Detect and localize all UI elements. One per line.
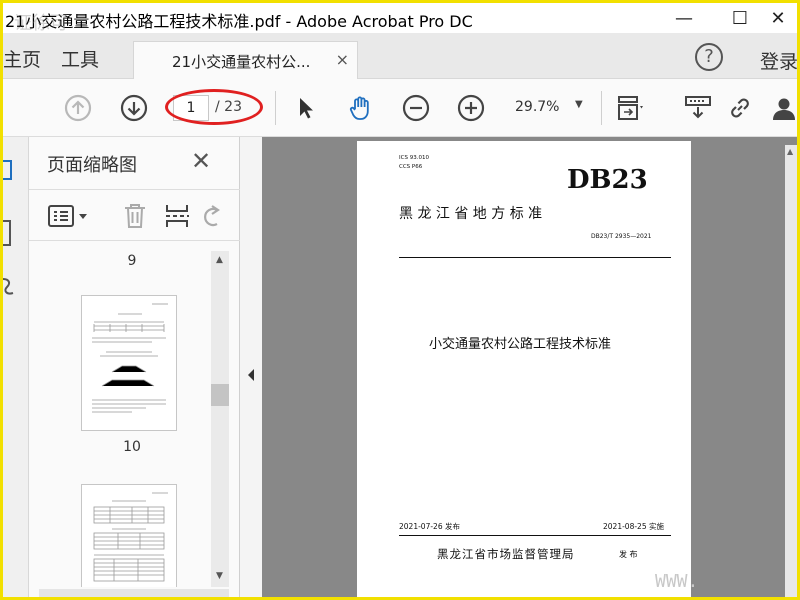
scroll-up-icon[interactable]: ▲ (216, 255, 223, 265)
pdf-page: ICS 93.010 CCS P66 DB23 黑 龙 江 省 地 方 标 准 … (357, 141, 691, 597)
select-cursor-icon[interactable] (291, 93, 321, 123)
tab-bar: 主页 工具 21小交通量农村公... × ? 登录 (3, 33, 798, 79)
thumbnail-page-11[interactable] (81, 484, 177, 587)
window-title: 21小交通量农村公路工程技术标准.pdf - Adobe Acrobat Pro… (5, 12, 473, 31)
bookmark-panel-icon[interactable] (3, 219, 13, 251)
thumbnail-page-10[interactable] (81, 295, 177, 431)
previous-page-icon[interactable] (63, 93, 93, 123)
divider-line (399, 535, 671, 536)
trash-icon[interactable] (121, 202, 149, 234)
document-view: ICS 93.010 CCS P66 DB23 黑 龙 江 省 地 方 标 准 … (262, 137, 797, 597)
tab-home[interactable]: 主页 (3, 45, 41, 72)
scroll-up-icon[interactable]: ▲ (787, 147, 793, 156)
zoom-in-icon[interactable] (456, 93, 486, 123)
thumbnail-panel: 页面缩略图 ✕ 9 10 ▲ ▼ (29, 137, 240, 597)
province-standard-label: 黑 龙 江 省 地 方 标 准 (399, 206, 543, 222)
zoom-level[interactable]: 29.7% (515, 99, 559, 115)
document-scrollbar[interactable]: ▲ (785, 145, 797, 597)
issuer-suffix: 发 布 (619, 550, 638, 559)
panel-toolbar (29, 189, 240, 241)
ics-code: ICS 93.010 (399, 155, 429, 161)
hand-tool-icon[interactable] (346, 93, 376, 123)
left-tool-strip (2, 137, 29, 597)
tab-document[interactable]: 21小交通量农村公... × (133, 41, 358, 79)
document-tab-label: 21小交通量农村公... (172, 53, 311, 71)
rotate-icon[interactable] (201, 202, 225, 234)
panel-title: 页面缩略图 (47, 155, 137, 176)
title-bar: 21小交通量农村公路工程技术标准.pdf - Adobe Acrobat Pro… (3, 3, 797, 33)
thumbnail-page-number: 10 (123, 439, 141, 455)
standard-number: DB23/T 2935—2021 (591, 233, 652, 240)
issue-date: 2021-07-26 发布 (399, 522, 460, 531)
read-mode-icon[interactable] (683, 93, 713, 123)
thumbnail-scrollbar[interactable]: ▲ ▼ (211, 251, 229, 587)
zoom-dropdown-icon[interactable]: ▼ (575, 99, 583, 110)
thumbnail-panel-icon[interactable] (3, 159, 13, 185)
implementation-date: 2021-08-25 实施 (603, 522, 664, 531)
close-window-button[interactable]: ✕ (755, 3, 800, 33)
thumbnail-list: 9 10 (47, 249, 217, 587)
attachment-panel-icon[interactable] (2, 275, 15, 301)
ccs-code: CCS P66 (399, 164, 423, 170)
close-tab-icon[interactable]: × (336, 50, 349, 69)
close-panel-icon[interactable]: ✕ (191, 147, 211, 175)
signin-button[interactable]: 登录 (760, 47, 798, 74)
toolbar-divider (601, 91, 602, 125)
standard-code: DB23 (567, 165, 648, 195)
thumbnail-options-icon[interactable] (47, 204, 91, 232)
document-title: 小交通量农村公路工程技术标准 (429, 337, 612, 352)
red-annotation-ellipse (165, 89, 263, 125)
collapse-arrow-icon[interactable] (246, 367, 256, 386)
main-toolbar: 1 / 23 29.7% ▼ (3, 79, 797, 137)
scrollbar-thumb[interactable] (211, 384, 229, 406)
help-button[interactable]: ? (695, 43, 723, 71)
issuing-authority: 黑龙江省市场监督管理局 (437, 547, 575, 561)
user-icon[interactable] (769, 93, 799, 123)
horizontal-scrollbar[interactable] (39, 589, 229, 597)
tab-tools[interactable]: 工具 (61, 45, 99, 72)
minimize-button[interactable]: — (661, 3, 707, 33)
panel-splitter[interactable] (240, 137, 262, 597)
watermark-top-left: 证徐可 (14, 13, 68, 34)
share-link-icon[interactable] (725, 93, 755, 123)
divider-line (399, 257, 671, 258)
page-fit-icon[interactable] (615, 93, 645, 123)
split-page-icon[interactable] (163, 202, 191, 234)
scroll-down-icon[interactable]: ▼ (216, 571, 223, 581)
watermark-bottom-right: WWW. (655, 571, 699, 592)
thumbnail-page-number: 9 (127, 253, 137, 269)
zoom-out-icon[interactable] (401, 93, 431, 123)
toolbar-divider (275, 91, 276, 125)
next-page-icon[interactable] (119, 93, 149, 123)
